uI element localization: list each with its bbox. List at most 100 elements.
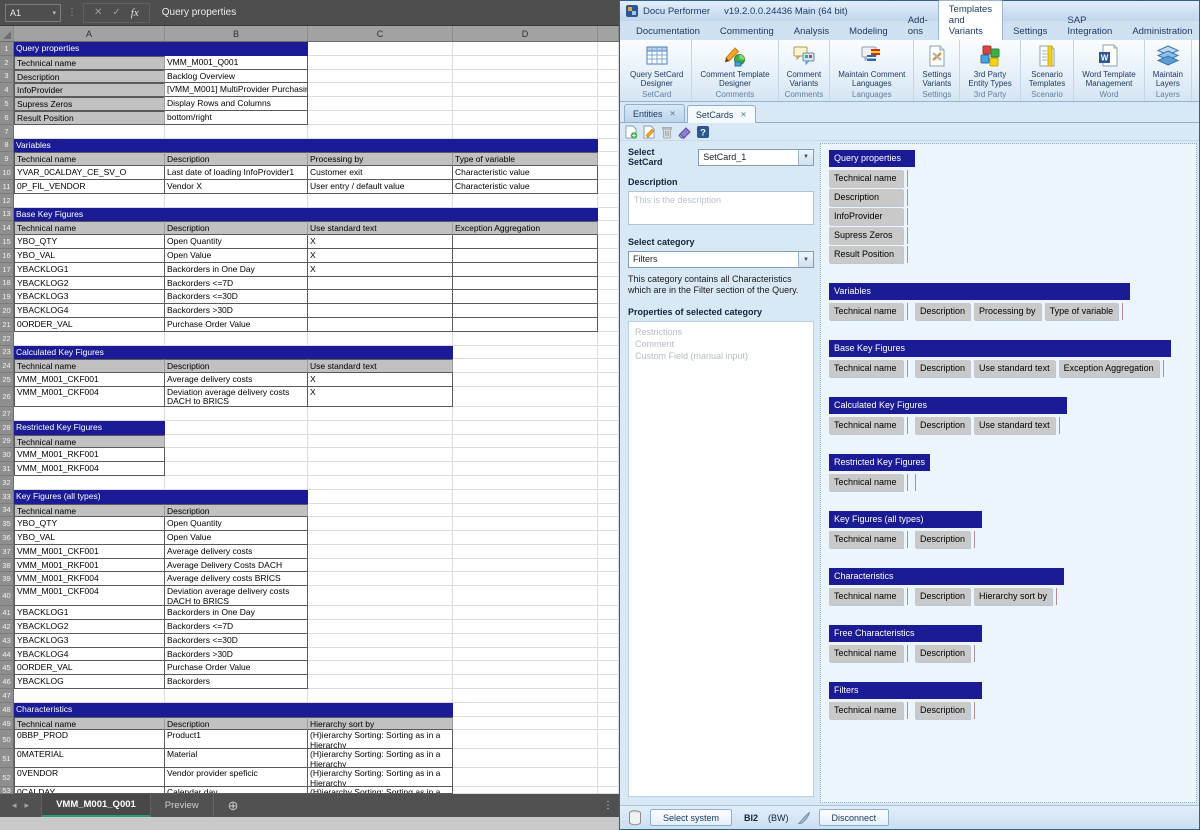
cell[interactable] <box>453 517 598 531</box>
section-header[interactable]: Query properties <box>829 150 915 167</box>
section-header[interactable]: Restricted Key Figures <box>829 454 930 471</box>
section-header[interactable]: Key Figures (all types) <box>829 511 982 528</box>
row-number[interactable]: 32 <box>0 476 14 490</box>
cell[interactable]: Type of variable <box>453 152 598 166</box>
cell[interactable]: User entry / default value <box>308 180 453 194</box>
cell[interactable]: Technical name <box>14 359 165 373</box>
row-number[interactable]: 35 <box>0 517 14 531</box>
cell[interactable]: VMM_M001_Q001 <box>165 56 308 70</box>
cell[interactable] <box>598 97 619 111</box>
cell[interactable] <box>165 194 308 208</box>
cell[interactable] <box>453 304 598 318</box>
cell[interactable] <box>453 194 598 208</box>
section-header[interactable]: Characteristics <box>829 568 1064 585</box>
row-number[interactable]: 12 <box>0 194 14 208</box>
cell[interactable] <box>453 373 598 387</box>
field-chip[interactable]: Description <box>915 702 970 719</box>
row-number[interactable]: 9 <box>0 152 14 166</box>
cell[interactable]: Technical name <box>14 221 165 235</box>
cell[interactable] <box>308 277 453 291</box>
cell[interactable] <box>308 111 453 125</box>
cell[interactable]: YBACKLOG3 <box>14 634 165 648</box>
sheet-prev-icon[interactable]: ◂ <box>12 800 17 811</box>
cell[interactable] <box>453 545 598 559</box>
cell[interactable]: YBACKLOG4 <box>14 304 165 318</box>
cell[interactable] <box>14 332 165 346</box>
cell[interactable] <box>453 730 598 749</box>
cell[interactable] <box>453 490 598 504</box>
cell[interactable]: InfoProvider <box>14 83 165 97</box>
cell[interactable] <box>598 620 619 634</box>
cell[interactable]: Technical name <box>14 717 165 731</box>
field-chip[interactable]: Technical name <box>829 303 903 320</box>
cell[interactable] <box>453 421 598 435</box>
cell[interactable] <box>308 531 453 545</box>
cell[interactable] <box>598 304 619 318</box>
cell[interactable] <box>598 180 619 194</box>
cell[interactable]: Key Figures (all types) <box>14 490 308 504</box>
cell[interactable]: Description <box>165 504 308 518</box>
cell[interactable]: YBO_VAL <box>14 531 165 545</box>
cell[interactable] <box>453 235 598 249</box>
sheet-bar-more-icon[interactable]: ⋮ <box>597 794 619 817</box>
cell[interactable]: Purchase Order Value <box>165 318 308 332</box>
cell[interactable]: Deviation average delivery costs DACH to… <box>165 387 308 407</box>
cell[interactable]: Open Value <box>165 531 308 545</box>
cell[interactable] <box>598 768 619 787</box>
section-header[interactable]: Base Key Figures <box>829 340 1171 357</box>
cell[interactable]: Product1 <box>165 730 308 749</box>
cell[interactable] <box>598 490 619 504</box>
cell[interactable] <box>598 194 619 208</box>
description-input[interactable]: This is the description <box>628 191 814 225</box>
cell[interactable]: Average delivery costs BRICS <box>165 572 308 586</box>
cell[interactable] <box>308 42 453 56</box>
cell[interactable] <box>453 346 598 360</box>
cell[interactable] <box>598 586 619 606</box>
new-setcard-icon[interactable] <box>624 125 638 139</box>
field-chip[interactable]: Type of variable <box>1045 303 1119 320</box>
cell[interactable] <box>598 152 619 166</box>
cell[interactable]: VMM_M001_CKF001 <box>14 545 165 559</box>
cell[interactable] <box>453 717 598 731</box>
cell[interactable] <box>598 606 619 620</box>
cell[interactable] <box>453 768 598 787</box>
row-number[interactable]: 34 <box>0 504 14 518</box>
cell[interactable] <box>308 648 453 662</box>
cell[interactable] <box>598 83 619 97</box>
row-number[interactable]: 43 <box>0 634 14 648</box>
cell[interactable]: Supress Zeros <box>14 97 165 111</box>
sheet-next-icon[interactable]: ▸ <box>25 800 30 811</box>
cell[interactable] <box>453 42 598 56</box>
row-number[interactable]: 38 <box>0 559 14 573</box>
cell[interactable] <box>598 125 619 139</box>
cell[interactable]: Average Delivery Costs DACH <box>165 559 308 573</box>
cell[interactable] <box>453 263 598 277</box>
cell[interactable] <box>598 545 619 559</box>
cell[interactable] <box>453 435 598 449</box>
cell[interactable]: 0P_FIL_VENDOR <box>14 180 165 194</box>
delete-setcard-icon[interactable] <box>660 125 674 139</box>
cell[interactable] <box>14 125 165 139</box>
cell[interactable] <box>453 97 598 111</box>
row-number[interactable]: 8 <box>0 139 14 153</box>
name-box-caret-icon[interactable]: ▾ <box>52 9 56 17</box>
cell[interactable] <box>598 448 619 462</box>
field-chip[interactable]: Technical name <box>829 417 903 434</box>
field-chip[interactable]: Description <box>829 189 903 206</box>
cell[interactable]: Material <box>165 749 308 768</box>
row-number[interactable]: 40 <box>0 586 14 606</box>
cell[interactable]: Technical name <box>14 152 165 166</box>
cell[interactable]: Result Position <box>14 111 165 125</box>
row-number[interactable]: 23 <box>0 346 14 360</box>
setcard-select[interactable]: SetCard_1 ▼ <box>698 149 814 166</box>
cell[interactable] <box>453 586 598 606</box>
cell[interactable]: Backorders in One Day <box>165 606 308 620</box>
cell[interactable] <box>453 675 598 689</box>
cell[interactable] <box>308 572 453 586</box>
field-chip[interactable]: Description <box>915 531 970 548</box>
help-icon[interactable]: ? <box>696 125 710 139</box>
cell[interactable]: 0BBP_PROD <box>14 730 165 749</box>
ribbon-tab-documentation[interactable]: Documentation <box>626 23 710 40</box>
formula-bar-content[interactable]: Query properties <box>162 7 236 18</box>
cell[interactable]: Characteristic value <box>453 180 598 194</box>
